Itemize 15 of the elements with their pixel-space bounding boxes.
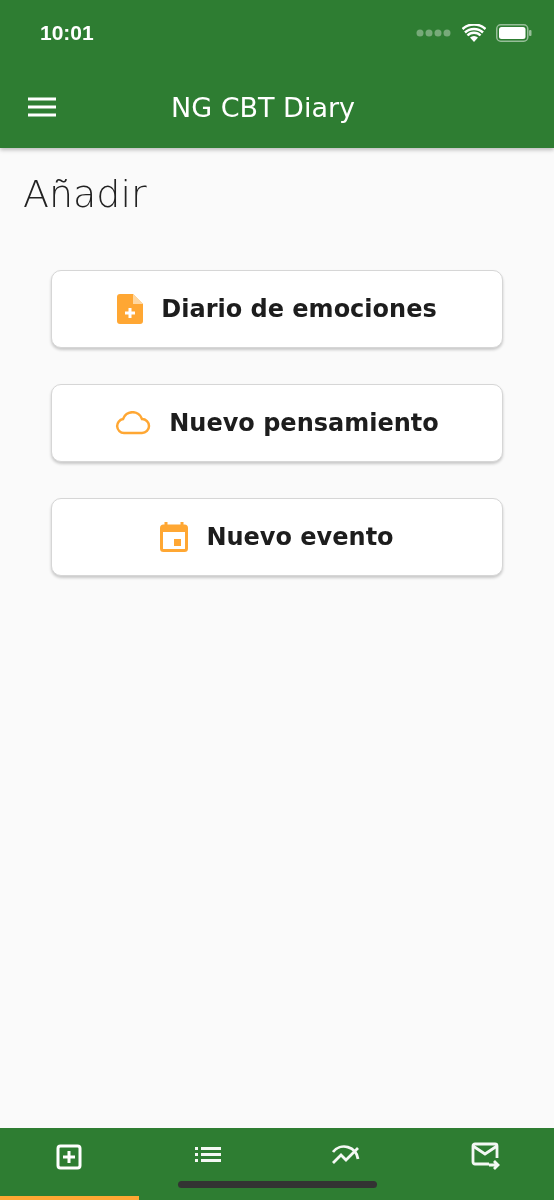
- action-button[interactable]: Diario de emociones: [51, 270, 503, 348]
- page-heading: Añadir: [23, 172, 147, 216]
- calendar-icon: [160, 522, 189, 552]
- add-box-icon: [54, 1142, 85, 1172]
- mail-send-icon: [469, 1140, 500, 1170]
- menu-icon: [28, 97, 56, 117]
- app-title: NG CBT Diary: [170, 91, 356, 123]
- battery-icon: [496, 24, 532, 42]
- wifi-icon: [462, 24, 486, 42]
- action-button[interactable]: Nuevo pensamiento: [51, 384, 503, 462]
- status-time: 10:01: [40, 21, 94, 45]
- signal-icon: [416, 29, 452, 37]
- action-button[interactable]: Nuevo evento: [51, 498, 503, 576]
- document-plus-icon: [117, 294, 144, 324]
- cloud-icon: [115, 411, 152, 435]
